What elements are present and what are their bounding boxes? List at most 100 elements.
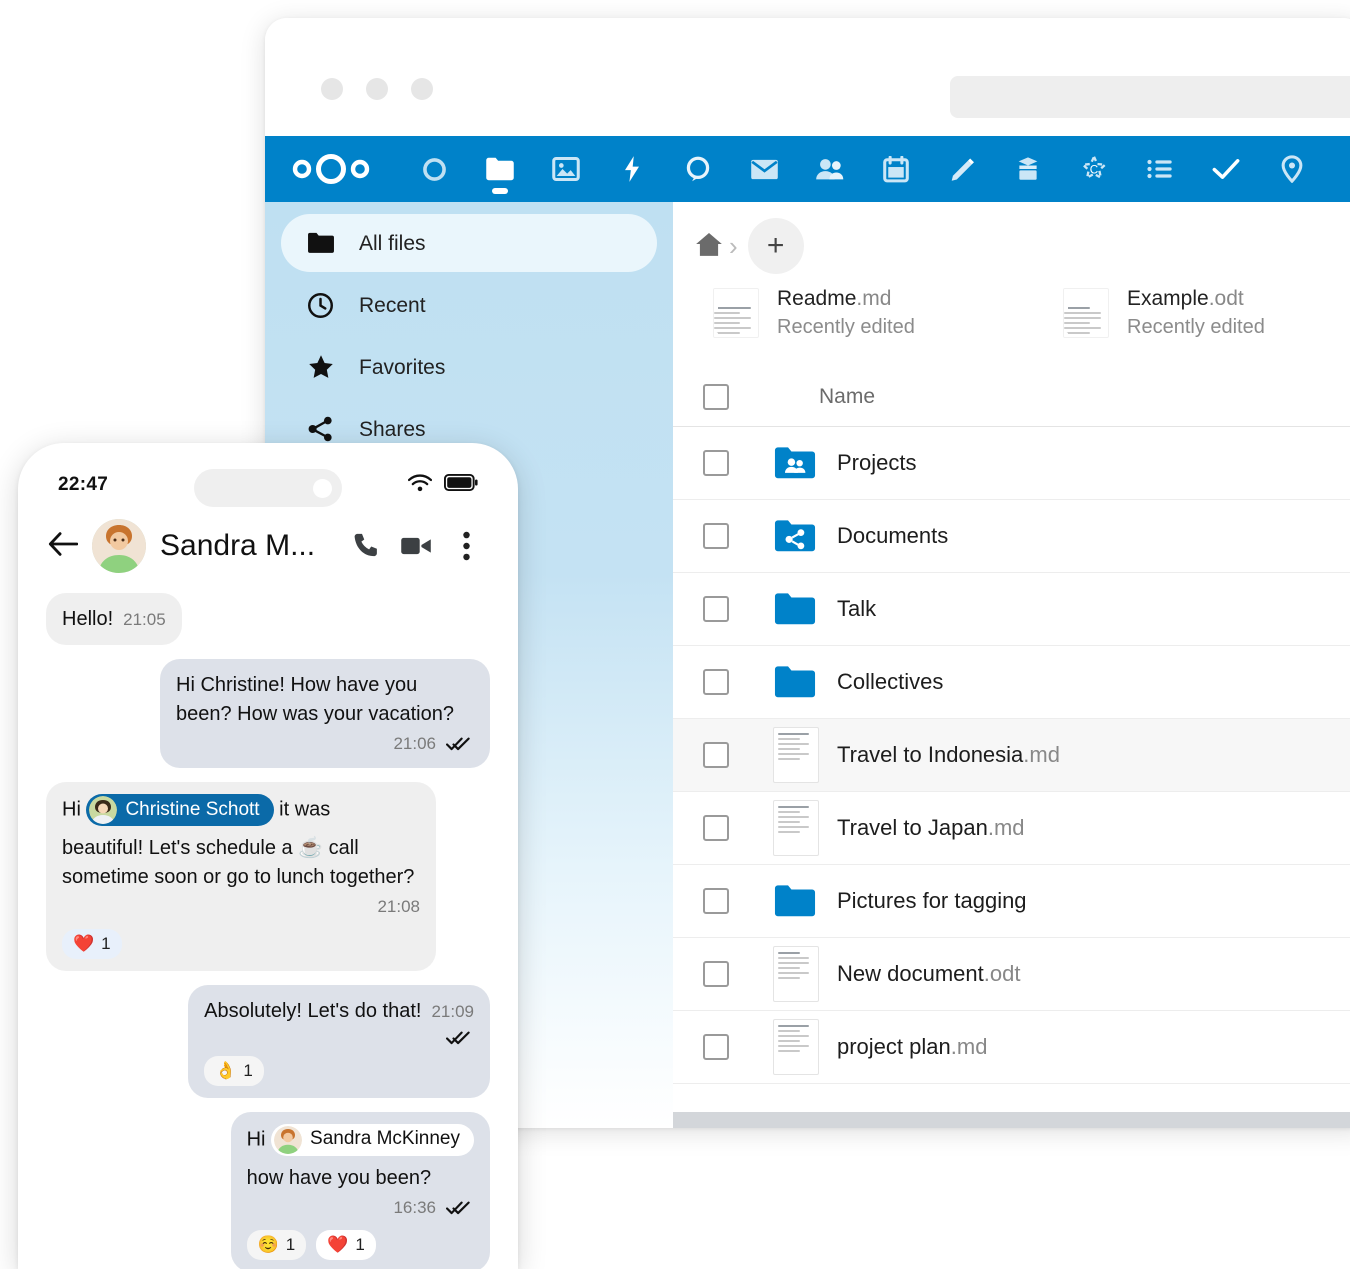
message-suffix: it was: [273, 798, 331, 821]
chat-bubble[interactable]: Absolutely! Let's do that! 21:09 👌 1: [188, 985, 490, 1098]
reactions: ❤️ 1: [62, 929, 420, 960]
recommended-card[interactable]: Readme.md Recently edited: [713, 284, 1063, 341]
reaction-chip[interactable]: 👌 1: [204, 1055, 264, 1086]
reactions: ☺️ 1 ❤️ 1: [246, 1230, 474, 1261]
row-checkbox[interactable]: [703, 450, 729, 477]
nav-item-maps[interactable]: [1259, 136, 1325, 202]
folder-group-icon: [773, 446, 825, 480]
avatar[interactable]: [92, 519, 146, 573]
sidebar-item-all-files[interactable]: All files: [281, 214, 657, 272]
sidebar-item-recent[interactable]: Recent: [281, 276, 657, 334]
chat-contact-name[interactable]: Sandra M...: [160, 529, 315, 563]
row-checkbox[interactable]: [703, 1034, 729, 1061]
recommended-file-name: Example.odt: [1127, 287, 1244, 310]
file-name: Talk: [837, 596, 876, 622]
row-checkbox[interactable]: [703, 596, 729, 623]
folder-icon: [773, 884, 825, 918]
window-controls[interactable]: [321, 78, 433, 100]
chat-bubble[interactable]: Hi Christine Schott it was beautiful! Le…: [46, 782, 436, 972]
nav-item-notes[interactable]: [929, 136, 995, 202]
sidebar-item-label: All files: [359, 231, 426, 255]
chat-bubble[interactable]: Hello! 21:05: [46, 593, 182, 646]
table-row[interactable]: Documents: [673, 500, 1350, 574]
mention-chip-christine[interactable]: Christine Schott: [86, 794, 274, 827]
nav-item-collectives[interactable]: C: [1061, 136, 1127, 202]
read-double-check-icon: [446, 736, 474, 752]
window-close-dot[interactable]: [321, 78, 343, 100]
reaction-chip[interactable]: ❤️ 1: [316, 1230, 376, 1261]
home-icon[interactable]: [695, 231, 723, 262]
nav-item-contacts[interactable]: [797, 136, 863, 202]
reactions: 👌 1: [204, 1055, 474, 1086]
status-time: 22:47: [58, 474, 109, 495]
file-basename: Documents: [837, 523, 949, 549]
reaction-chip[interactable]: ☺️ 1: [246, 1230, 307, 1261]
message-time: 21:06: [393, 734, 436, 754]
chat-bubble[interactable]: Hi Sandra McKinney how have you been? 16…: [230, 1111, 490, 1269]
nav-item-calendar[interactable]: [863, 136, 929, 202]
reaction-count: 1: [285, 1235, 296, 1255]
table-row[interactable]: Projects: [673, 427, 1350, 501]
select-all-checkbox[interactable]: [703, 383, 729, 410]
mention-avatar: [89, 796, 118, 825]
phone-call-icon[interactable]: [348, 531, 384, 561]
odt-doc-thumb-icon: [1063, 288, 1109, 338]
url-bar[interactable]: [950, 76, 1350, 118]
nav-item-mail[interactable]: [731, 136, 797, 202]
message-text: Hello!: [62, 608, 114, 630]
file-basename: Projects: [837, 450, 917, 476]
nav-item-activity[interactable]: [599, 136, 665, 202]
nav-item-dashboard[interactable]: [401, 136, 467, 202]
nav-item-photos[interactable]: [533, 136, 599, 202]
nav-item-deck[interactable]: [995, 136, 1061, 202]
table-row[interactable]: Talk: [673, 573, 1350, 647]
md-doc-thumb: [773, 800, 825, 857]
table-row[interactable]: Pictures for tagging: [673, 865, 1350, 939]
nav-item-files[interactable]: [467, 136, 533, 202]
table-row[interactable]: Travel to Japan.md: [673, 792, 1350, 866]
share-icon: [307, 416, 337, 442]
nav-item-tables[interactable]: [1127, 136, 1193, 202]
recommended-card[interactable]: Example.odt Recently edited: [1063, 284, 1350, 341]
browser-chrome: [265, 18, 1350, 136]
window-maximize-dot[interactable]: [411, 78, 433, 100]
row-checkbox[interactable]: [703, 961, 729, 988]
window-minimize-dot[interactable]: [366, 78, 388, 100]
video-call-icon[interactable]: [398, 533, 434, 559]
reaction-chip[interactable]: ❤️ 1: [62, 929, 122, 960]
message-row: Hi Christine! How have you been? How was…: [46, 659, 490, 769]
chat-message-list[interactable]: Hello! 21:05 Hi Christine! How have you b…: [32, 583, 504, 1269]
nav-item-tasks[interactable]: [1193, 136, 1259, 202]
sidebar-item-label: Shares: [359, 417, 426, 441]
message-text: Hi Christine! How have you been? How was…: [176, 674, 454, 725]
file-table: Name Projects Documents Talk Collectives Tra…: [673, 367, 1350, 1085]
message-time: 21:05: [123, 610, 166, 629]
table-row[interactable]: project plan.md: [673, 1011, 1350, 1085]
nextcloud-nav-bar: C: [265, 136, 1350, 202]
table-row[interactable]: New document.odt: [673, 938, 1350, 1012]
screenshot-stage: C All files Recent Favorites Shares › + …: [0, 0, 1350, 1269]
row-checkbox[interactable]: [703, 669, 729, 696]
row-checkbox[interactable]: [703, 523, 729, 550]
nav-item-talk[interactable]: [665, 136, 731, 202]
message-prefix: Hi: [246, 1128, 266, 1151]
back-arrow-icon[interactable]: [48, 531, 79, 562]
phone-status-bar: 22:47: [32, 457, 504, 513]
reaction-emoji: ❤️: [327, 1235, 349, 1255]
row-checkbox[interactable]: [703, 742, 729, 769]
row-checkbox[interactable]: [703, 815, 729, 842]
new-file-button[interactable]: +: [747, 218, 804, 274]
table-row[interactable]: Collectives: [673, 646, 1350, 720]
mention-chip-sandra[interactable]: Sandra McKinney: [271, 1123, 474, 1156]
nextcloud-logo-icon[interactable]: [285, 152, 377, 186]
table-row[interactable]: Travel to Indonesia.md: [673, 719, 1350, 793]
file-name: Collectives: [837, 669, 943, 695]
reaction-emoji: 👌: [215, 1060, 237, 1080]
more-vertical-icon[interactable]: [448, 531, 484, 561]
sidebar-item-favorites[interactable]: Favorites: [281, 338, 657, 396]
folder-icon: [307, 232, 337, 254]
chat-bubble[interactable]: Hi Christine! How have you been? How was…: [160, 659, 490, 769]
row-checkbox[interactable]: [703, 888, 729, 915]
file-name: project plan.md: [837, 1034, 987, 1060]
message-text: beautiful! Let's schedule a ☕ call somet…: [62, 837, 415, 888]
